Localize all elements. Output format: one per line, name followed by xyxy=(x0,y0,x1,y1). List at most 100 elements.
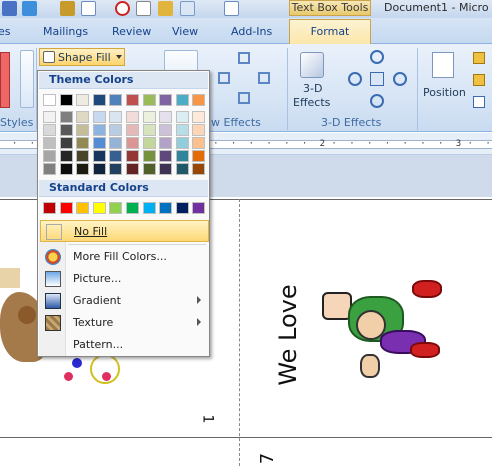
tint-color-swatch[interactable] xyxy=(142,124,156,136)
nudge-shadow-right-icon[interactable] xyxy=(258,72,270,84)
tint-color-swatch[interactable] xyxy=(92,150,106,162)
lock-icon[interactable] xyxy=(60,1,75,16)
tint-color-swatch[interactable] xyxy=(142,163,156,175)
tilt-right-icon[interactable] xyxy=(393,72,407,86)
tint-color-swatch[interactable] xyxy=(175,137,189,149)
tint-color-swatch[interactable] xyxy=(92,163,106,175)
tab-references-partial[interactable]: es xyxy=(0,25,11,38)
tilt-down-icon[interactable] xyxy=(370,94,384,108)
tint-color-swatch[interactable] xyxy=(142,150,156,162)
standard-color-swatch[interactable] xyxy=(92,202,106,214)
no-fill-item[interactable]: No Fill xyxy=(40,220,209,242)
tint-color-swatch[interactable] xyxy=(159,150,173,162)
theme-color-swatch[interactable] xyxy=(192,94,206,106)
picture-item[interactable]: Picture... xyxy=(40,268,209,290)
tint-color-swatch[interactable] xyxy=(59,163,73,175)
tab-add-ins[interactable]: Add-Ins xyxy=(231,25,272,38)
tint-color-swatch[interactable] xyxy=(76,163,90,175)
tint-color-swatch[interactable] xyxy=(192,124,206,136)
tab-format[interactable]: Format xyxy=(289,19,371,45)
tint-color-swatch[interactable] xyxy=(159,137,173,149)
theme-color-swatch[interactable] xyxy=(175,94,189,106)
save-icon[interactable] xyxy=(2,1,17,16)
threed-toggle-icon[interactable] xyxy=(370,72,384,86)
tint-color-swatch[interactable] xyxy=(76,137,90,149)
gradient-item[interactable]: Gradient xyxy=(40,290,209,312)
tint-color-swatch[interactable] xyxy=(43,137,56,149)
ribbon-clipart[interactable] xyxy=(62,350,132,410)
threed-effects-button[interactable]: 3-D Effects xyxy=(291,48,333,114)
tint-color-swatch[interactable] xyxy=(109,111,123,123)
format-icon[interactable] xyxy=(158,1,173,16)
texture-item[interactable]: Texture xyxy=(40,312,209,334)
tint-color-swatch[interactable] xyxy=(109,124,123,136)
standard-color-swatch[interactable] xyxy=(192,202,206,214)
tint-color-swatch[interactable] xyxy=(59,137,73,149)
tint-color-swatch[interactable] xyxy=(76,111,90,123)
tint-color-swatch[interactable] xyxy=(43,150,56,162)
tint-color-swatch[interactable] xyxy=(126,124,139,136)
pattern-item[interactable]: Pattern... xyxy=(40,334,209,356)
tint-color-swatch[interactable] xyxy=(109,150,123,162)
tint-color-swatch[interactable] xyxy=(142,137,156,149)
tint-color-swatch[interactable] xyxy=(175,124,189,136)
tint-color-swatch[interactable] xyxy=(59,111,73,123)
standard-color-swatch[interactable] xyxy=(109,202,123,214)
elf-clipart[interactable] xyxy=(320,270,448,390)
theme-color-swatch[interactable] xyxy=(126,94,139,106)
tilt-up-icon[interactable] xyxy=(370,50,384,64)
tab-view[interactable]: View xyxy=(172,25,198,38)
nudge-shadow-down-icon[interactable] xyxy=(238,92,250,104)
tilt-left-icon[interactable] xyxy=(348,72,362,86)
tint-color-swatch[interactable] xyxy=(43,163,56,175)
theme-color-swatch[interactable] xyxy=(109,94,123,106)
standard-color-swatch[interactable] xyxy=(43,202,56,214)
tint-color-swatch[interactable] xyxy=(192,111,206,123)
tint-color-swatch[interactable] xyxy=(76,124,90,136)
standard-color-swatch[interactable] xyxy=(175,202,189,214)
tint-color-swatch[interactable] xyxy=(142,111,156,123)
text-wrap-icon[interactable] xyxy=(473,96,485,108)
check-icon[interactable] xyxy=(224,1,239,16)
nudge-shadow-left-icon[interactable] xyxy=(218,72,230,84)
tint-color-swatch[interactable] xyxy=(175,111,189,123)
undo-icon[interactable] xyxy=(22,1,37,16)
tint-color-swatch[interactable] xyxy=(59,150,73,162)
more-fill-colors-item[interactable]: More Fill Colors... xyxy=(40,246,209,268)
text-box-icon[interactable] xyxy=(81,1,96,16)
tint-color-swatch[interactable] xyxy=(92,111,106,123)
tint-color-swatch[interactable] xyxy=(76,150,90,162)
theme-color-swatch[interactable] xyxy=(59,94,73,106)
tint-color-swatch[interactable] xyxy=(109,163,123,175)
tint-color-swatch[interactable] xyxy=(192,163,206,175)
tint-color-swatch[interactable] xyxy=(192,150,206,162)
tint-color-swatch[interactable] xyxy=(59,124,73,136)
theme-color-swatch[interactable] xyxy=(76,94,90,106)
tint-color-swatch[interactable] xyxy=(126,137,139,149)
standard-color-swatch[interactable] xyxy=(126,202,139,214)
tint-color-swatch[interactable] xyxy=(92,124,106,136)
bring-front-icon[interactable] xyxy=(473,52,485,64)
tint-color-swatch[interactable] xyxy=(126,150,139,162)
tint-color-swatch[interactable] xyxy=(159,163,173,175)
tint-color-swatch[interactable] xyxy=(43,111,56,123)
edit-icon[interactable] xyxy=(136,1,151,16)
standard-color-swatch[interactable] xyxy=(76,202,90,214)
tint-color-swatch[interactable] xyxy=(92,137,106,149)
shape-fill-button[interactable]: Shape Fill xyxy=(39,48,125,66)
tint-color-swatch[interactable] xyxy=(159,111,173,123)
tab-review[interactable]: Review xyxy=(112,25,151,38)
theme-color-swatch[interactable] xyxy=(43,94,56,106)
standard-color-swatch[interactable] xyxy=(59,202,73,214)
style-preview[interactable] xyxy=(0,52,10,108)
position-button[interactable]: Position xyxy=(422,48,468,114)
nudge-shadow-up-icon[interactable] xyxy=(238,52,250,64)
tint-color-swatch[interactable] xyxy=(109,137,123,149)
theme-color-swatch[interactable] xyxy=(142,94,156,106)
spelling-icon[interactable] xyxy=(180,1,195,16)
tab-mailings[interactable]: Mailings xyxy=(43,25,88,38)
tint-color-swatch[interactable] xyxy=(43,124,56,136)
theme-color-swatch[interactable] xyxy=(159,94,173,106)
tint-color-swatch[interactable] xyxy=(192,137,206,149)
send-back-icon[interactable] xyxy=(473,74,485,86)
